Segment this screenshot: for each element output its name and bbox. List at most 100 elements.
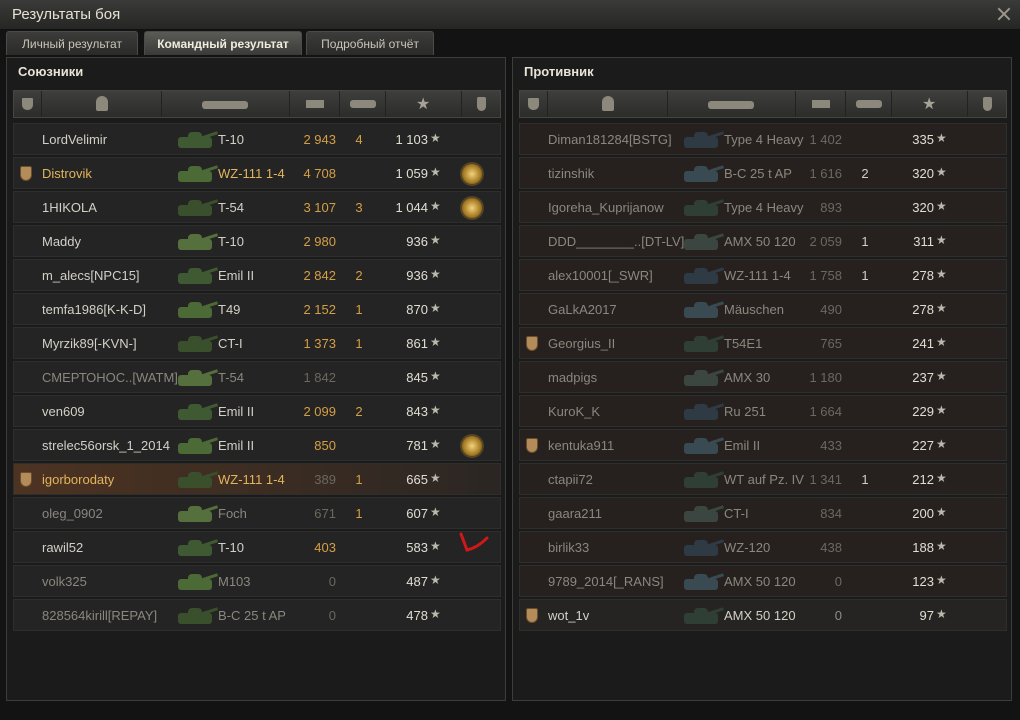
medal-icon[interactable] [462, 198, 482, 218]
player-row[interactable]: madpigs AMX 30 1 180 237 ★ [519, 361, 1007, 393]
star-icon: ★ [430, 505, 441, 519]
tank-icon [680, 366, 725, 390]
player-row[interactable]: gaara211 CT-I 834 200 ★ [519, 497, 1007, 529]
allies-column-header: ★ [13, 90, 501, 118]
player-row[interactable]: KuroK_K Ru 251 1 664 229 ★ [519, 395, 1007, 427]
frags-value: 1 [861, 472, 869, 487]
player-row[interactable]: m_alecs[NPC15] Emil II 2 842 2 936 ★ [13, 259, 501, 291]
player-row[interactable]: 828564kirill[REPAY] B-C 25 t AP 0 478 ★ [13, 599, 501, 631]
player-name: СМЕРТОНОС..[WATM] [42, 370, 178, 385]
player-name: temfa1986[K-K-D] [42, 302, 147, 317]
enemies-title: Противник [524, 64, 594, 79]
player-row[interactable]: birlik33 WZ-120 438 188 ★ [519, 531, 1007, 563]
damage-value: 1 180 [809, 370, 842, 385]
star-icon: ★ [430, 267, 441, 281]
player-row[interactable]: ven609 Emil II 2 099 2 843 ★ [13, 395, 501, 427]
player-row[interactable]: Georgius_II T54E1 765 241 ★ [519, 327, 1007, 359]
xp-value: 781 [406, 438, 428, 453]
player-row[interactable]: temfa1986[K-K-D] T49 2 152 1 870 ★ [13, 293, 501, 325]
clan-icon [528, 98, 539, 110]
clan-column[interactable] [14, 91, 42, 117]
player-row[interactable]: wot_1v AMX 50 120 0 97 ★ [519, 599, 1007, 631]
player-row[interactable]: Igoreha_Kuprijanow Type 4 Heavy 893 320 ★ [519, 191, 1007, 223]
tank-icon [680, 230, 725, 254]
frags-value: 4 [355, 132, 363, 147]
tank-name: CT-I [218, 336, 243, 351]
player-name: Distrovik [42, 166, 92, 181]
player-row[interactable]: ctapii72 WT auf Pz. IV 1 341 1 212 ★ [519, 463, 1007, 495]
xp-value: 870 [406, 302, 428, 317]
star-icon: ★ [936, 573, 947, 587]
player-row[interactable]: Myrzik89[-KVN-] CT-I 1 373 1 861 ★ [13, 327, 501, 359]
xp-value: 212 [912, 472, 934, 487]
damage-column[interactable] [796, 91, 846, 117]
medal-column[interactable] [462, 91, 502, 117]
frags-value: 2 [355, 404, 363, 419]
player-column[interactable] [42, 91, 162, 117]
tank-name: T-54 [218, 200, 245, 215]
damage-value: 4 708 [303, 166, 336, 181]
player-column[interactable] [548, 91, 668, 117]
xp-value: 320 [912, 200, 934, 215]
medal-icon[interactable] [462, 436, 482, 456]
player-row[interactable]: GaLkA2017 Mäuschen 490 278 ★ [519, 293, 1007, 325]
player-name: 828564kirill[REPAY] [42, 608, 158, 623]
tank-name: T-10 [218, 132, 245, 147]
tank-name: Emil II [218, 268, 255, 283]
tank-column[interactable] [162, 91, 290, 117]
star-icon: ★ [936, 267, 947, 281]
player-row[interactable]: LordVelimir T-10 2 943 4 1 103 ★ [13, 123, 501, 155]
damage-value: 1 402 [809, 132, 842, 147]
frags-column[interactable] [340, 91, 386, 117]
damage-value: 671 [314, 506, 336, 521]
player-row[interactable]: alex10001[_SWR] WZ-111 1-4 1 758 1 278 ★ [519, 259, 1007, 291]
xp-value: 311 [913, 234, 934, 249]
tank-column[interactable] [668, 91, 796, 117]
xp-value: 123 [912, 574, 934, 589]
medal-icon [477, 97, 486, 111]
tank-name: T-54 [218, 370, 245, 385]
tank-icon [174, 604, 219, 628]
medal-column[interactable] [968, 91, 1008, 117]
damage-value: 1 842 [303, 370, 336, 385]
damage-column[interactable] [290, 91, 340, 117]
xp-column[interactable]: ★ [386, 91, 462, 117]
medal-icon[interactable] [462, 164, 482, 184]
player-row[interactable]: oleg_0902 Foch 671 1 607 ★ [13, 497, 501, 529]
clan-emblem-icon [20, 166, 32, 181]
frags-column[interactable] [846, 91, 892, 117]
clan-column[interactable] [520, 91, 548, 117]
player-row[interactable]: DDD________..[DT-LV] AMX 50 120 2 059 1 311 ★ [519, 225, 1007, 257]
frags-value: 1 [355, 506, 363, 521]
player-name: m_alecs[NPC15] [42, 268, 140, 283]
player-row[interactable]: Diman181284[BSTG] Type 4 Heavy 1 402 335 ★ [519, 123, 1007, 155]
player-row[interactable]: igorborodaty WZ-111 1-4 389 1 665 ★ [13, 463, 501, 495]
tank-icon [680, 536, 725, 560]
close-icon[interactable] [996, 6, 1012, 22]
tab-details[interactable]: Подробный отчёт [306, 31, 434, 55]
player-row[interactable]: tizinshik B-C 25 t AP 1 616 2 320 ★ [519, 157, 1007, 189]
player-row[interactable]: strelec56orsk_1_2014 Emil II 850 781 ★ [13, 429, 501, 461]
tab-team[interactable]: Командный результат [144, 31, 302, 55]
player-row[interactable]: Distrovik WZ-111 1-4 4 708 1 059 ★ [13, 157, 501, 189]
player-row[interactable]: kentuka911 Emil II 433 227 ★ [519, 429, 1007, 461]
player-icon [602, 96, 614, 111]
xp-value: 97 [919, 608, 934, 623]
player-row[interactable]: СМЕРТОНОС..[WATM] T-54 1 842 845 ★ [13, 361, 501, 393]
player-row[interactable]: volk325 M103 0 487 ★ [13, 565, 501, 597]
tab-personal[interactable]: Личный результат [6, 31, 138, 55]
damage-value: 1 616 [809, 166, 842, 181]
player-name: Georgius_II [548, 336, 616, 351]
xp-value: 843 [406, 404, 428, 419]
player-row[interactable]: 1HIKOLA T-54 3 107 3 1 044 ★ [13, 191, 501, 223]
xp-value: 1 059 [395, 166, 428, 181]
frags-value: 3 [355, 200, 363, 215]
xp-value: 583 [406, 540, 428, 555]
star-icon: ★ [936, 335, 947, 349]
xp-column[interactable]: ★ [892, 91, 968, 117]
star-icon: ★ [936, 301, 947, 315]
player-row[interactable]: rawil52 T-10 403 583 ★ [13, 531, 501, 563]
player-name: Maddy [42, 234, 82, 249]
player-row[interactable]: 9789_2014[_RANS] AMX 50 120 0 123 ★ [519, 565, 1007, 597]
player-row[interactable]: Maddy T-10 2 980 936 ★ [13, 225, 501, 257]
